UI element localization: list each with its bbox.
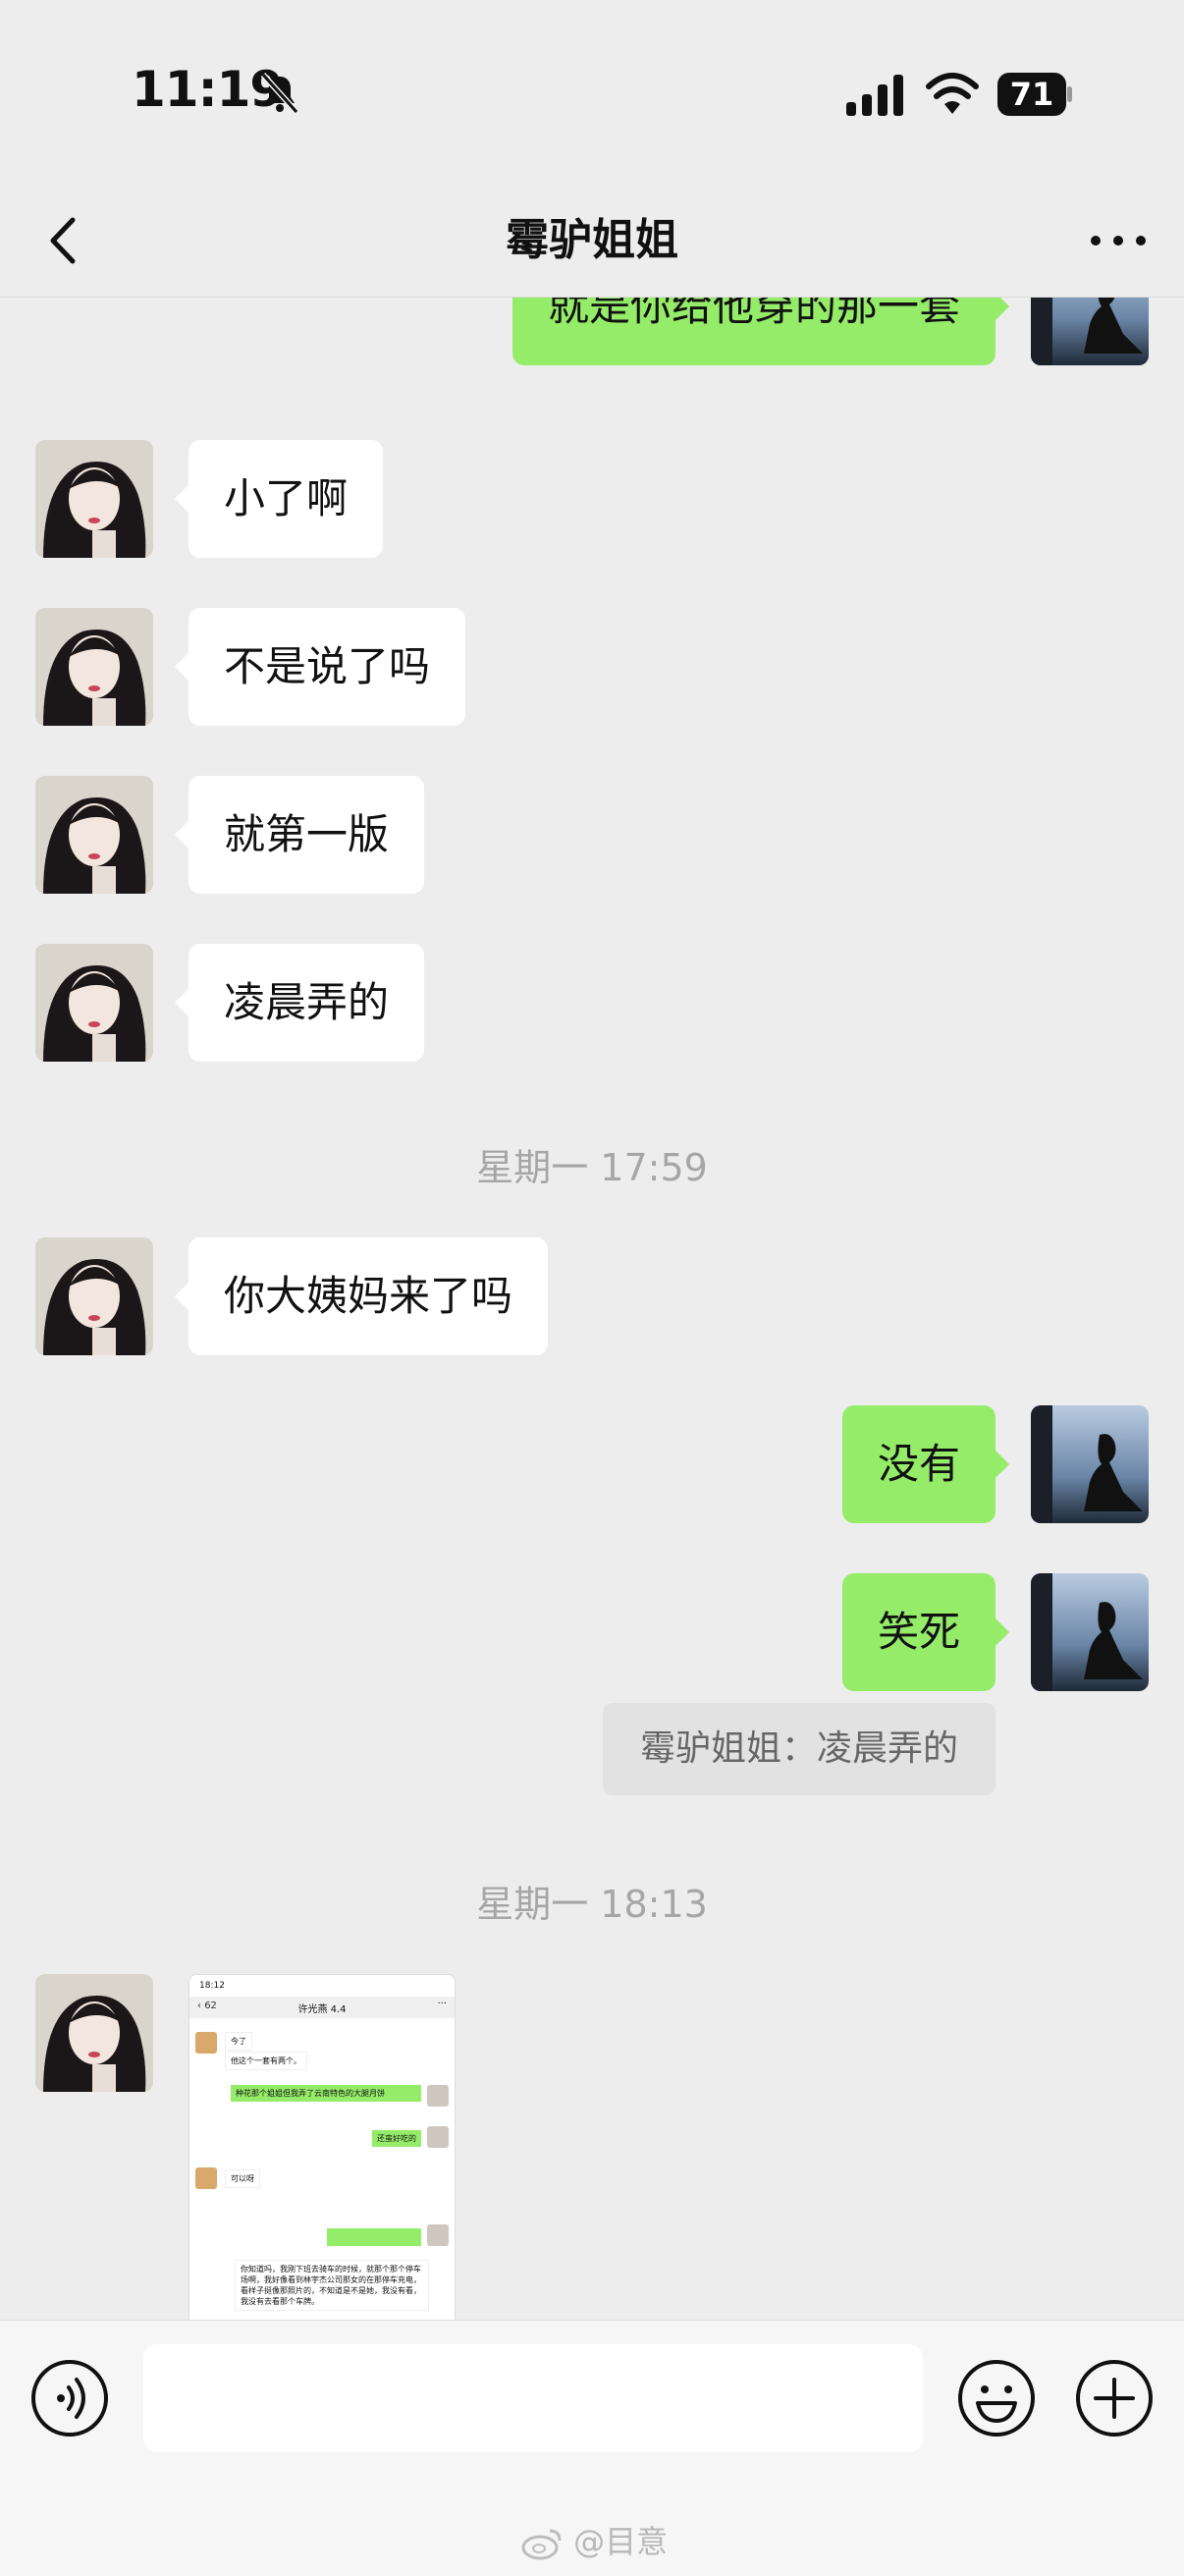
timestamp: 星期一 17:59 [476,1146,708,1189]
status-bar: 11:19 71 [0,0,1184,187]
plus-icon[interactable] [1074,2358,1155,2439]
wifi-icon [926,73,979,114]
embedded-title: 许光燕 4.4 [297,2004,347,2015]
silent-bell-icon [260,72,299,115]
avatar-self[interactable] [1031,1405,1149,1523]
avatar-contact[interactable] [35,944,153,1062]
emoji-icon[interactable] [956,2358,1037,2439]
more-icon[interactable] [1086,216,1151,265]
cellular-signal-icon [846,75,903,116]
quoted-reply[interactable]: 霉驴姐姐：凌晨弄的 [602,1703,996,1795]
avatar-self[interactable] [1031,297,1149,365]
avatar-contact[interactable] [35,440,153,558]
message-list[interactable]: 就是你给他穿的那一套 小了啊 不是说了吗 就第一版 凌晨弄的 星期一 17:59… [0,297,1184,2320]
message-bubble[interactable]: 就是你给他穿的那一套 [511,297,1010,365]
message-bubble[interactable]: 不是说了吗 [174,608,466,726]
image-message[interactable]: 18:12 ‹ 62 许光燕 4.4 ··· 今了 他这个一套有两个。 种花那个… [188,1974,456,2320]
avatar-contact[interactable] [35,776,153,894]
chat-header: 霉驴姐姐 [0,187,1184,298]
avatar-contact[interactable] [35,608,153,726]
timestamp: 星期一 18:13 [476,1883,708,1926]
watermark: @目意 [520,2517,668,2562]
message-input[interactable] [143,2344,923,2452]
message-bubble[interactable]: 笑死 [841,1573,1010,1691]
message-bubble[interactable]: 没有 [841,1405,1010,1523]
message-bubble[interactable]: 就第一版 [174,776,425,894]
input-bar: @目意 [0,2320,1184,2576]
message-bubble[interactable]: 小了啊 [174,440,384,558]
message-bubble[interactable]: 凌晨弄的 [174,944,425,1062]
message-bubble[interactable]: 你大姨妈来了吗 [174,1237,549,1355]
avatar-contact[interactable] [35,1237,153,1355]
avatar-contact[interactable] [35,1974,153,2092]
battery-level: 71 [997,73,1066,116]
battery-icon: 71 [997,73,1072,116]
embedded-time: 18:12 [199,1981,225,1991]
voice-icon[interactable] [29,2358,110,2439]
chat-title: 霉驴姐姐 [506,215,678,265]
watermark-text: @目意 [573,2523,669,2560]
avatar-self[interactable] [1031,1573,1149,1691]
weibo-icon [521,2529,562,2560]
